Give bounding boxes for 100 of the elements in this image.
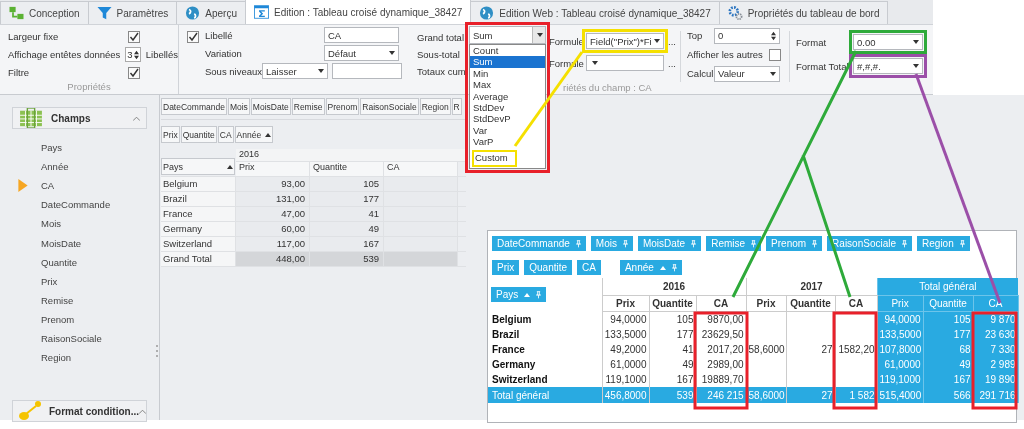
caret-icon [913,40,919,44]
field-item[interactable]: CA [41,180,55,192]
list-option[interactable]: Sum [470,56,545,68]
checkbox[interactable] [128,30,140,43]
field-label: Top [687,30,704,41]
dropdown[interactable]: Défaut [324,45,399,61]
checkbox[interactable] [128,66,140,79]
tab[interactable]: Aperçu [176,1,246,24]
field-item[interactable]: Pays [41,142,63,154]
list-option[interactable]: StdDev [470,101,545,114]
row-header: Grand Total [161,252,236,266]
more-button[interactable]: ... [668,35,676,47]
chevron-up-icon[interactable] [133,115,140,121]
field-label: Totaux cum [417,66,467,77]
pin-icon[interactable] [751,239,757,248]
tab[interactable]: Propriétés du tableau de bord [718,1,889,24]
spin-field[interactable]: 3 [125,47,141,62]
field-button[interactable]: R [451,98,462,115]
field-button[interactable]: Prenom [325,98,360,115]
group-caption: riétés du champ : CA [563,82,652,93]
field-button[interactable]: CA [217,126,234,143]
column-header: CA [835,295,878,312]
row-header: Germany [161,222,236,236]
caret-icon[interactable] [537,33,543,37]
field-item[interactable]: DateCommande [41,199,111,211]
field-item[interactable]: Prenom [41,313,75,325]
list-option[interactable]: Max [470,79,545,91]
table-cell: 2017,20 [707,344,744,355]
field-label: Sous-total [417,49,461,60]
table-cell: 61,0000 [884,359,921,370]
row-header: Belgium [161,177,236,191]
table-cell: 49 [959,359,971,370]
field-button[interactable]: Quantite [180,126,217,143]
field-button[interactable]: Mois [227,98,250,115]
list-option[interactable]: Average [470,90,545,102]
tab[interactable]: Conception [0,1,89,24]
row-header: France [488,342,602,357]
table-cell: 246 215 [707,389,744,401]
field-item[interactable]: Quantite [41,256,77,268]
panel-header[interactable]: Champs [12,107,147,129]
table-cell: 105 [676,314,694,325]
field-button[interactable]: Prix [161,126,180,143]
table-cell: 68 [959,344,971,355]
field-button[interactable]: RaisonSociale [360,98,419,115]
spinner-arrows-icon[interactable] [771,30,776,41]
field-item[interactable]: Prix [41,275,58,287]
row-header: Switzerland [161,237,236,251]
dropdown[interactable] [586,55,664,71]
checkbox[interactable] [187,31,199,43]
spin-field[interactable]: 0 [714,27,780,44]
field-button[interactable]: MoisDate [250,98,291,115]
field-button[interactable]: Année [234,126,274,143]
pin-icon[interactable] [575,239,581,248]
field-button[interactable]: Region [419,98,451,115]
field-item[interactable]: RaisonSociale [41,333,102,344]
table-cell: 61,0000 [610,359,647,370]
table-cell: 167 [953,374,971,385]
pin-icon[interactable] [622,239,628,248]
panel-header[interactable]: Format condition... [12,400,147,422]
table-cell: 49 [682,359,694,370]
list-option[interactable]: Count [470,45,545,57]
dropdown[interactable]: Valeur [714,65,780,82]
row-header: Belgium [488,311,602,327]
tab[interactable]: Edition : Tableau croisé dynamique_38427 [244,0,472,24]
dropdown[interactable]: Sum [469,26,546,44]
field-item[interactable]: Mois [41,218,62,230]
checkbox[interactable] [769,48,781,61]
pin-icon[interactable] [812,239,818,248]
list-option[interactable]: Custom [472,149,517,167]
text-field[interactable]: CA [324,27,399,43]
pin-icon[interactable] [671,263,677,272]
column-header: Quantite [649,295,696,312]
field-item[interactable]: Remise [41,294,74,306]
spinner-arrows-icon[interactable] [133,49,139,60]
sort-icon[interactable] [227,164,233,169]
table-cell: 41 [682,344,694,355]
sort-icon[interactable] [265,132,272,137]
chevron-up-icon[interactable] [139,408,146,414]
table-cell: 19889,70 [701,374,744,385]
text-field[interactable] [332,63,402,79]
field-button[interactable]: Remise [291,98,325,115]
list-option[interactable]: Var [470,124,545,137]
more-button[interactable]: ... [668,57,676,69]
list-option[interactable]: Min [470,67,545,80]
pin-icon[interactable] [902,239,908,248]
pin-icon[interactable] [691,239,697,248]
list-option[interactable]: StdDevP [470,113,545,125]
field-button[interactable]: DateCommande [161,98,227,115]
pin-icon[interactable] [959,239,965,248]
field-button[interactable]: Pays [161,158,235,175]
dropdown[interactable]: Laisser [262,63,328,79]
field-item[interactable]: MoisDate [41,237,82,249]
column-header: Prix [236,162,310,176]
list-option[interactable]: VarP [470,136,545,148]
field-item[interactable]: Année [41,161,69,173]
tab[interactable]: Edition Web : Tableau croisé dynamique_38427 [470,1,720,24]
column-header: 2017 [746,278,878,296]
tab[interactable]: Paramètres [87,1,178,24]
field-item[interactable]: Region [41,352,72,364]
pin-icon[interactable] [536,290,542,299]
